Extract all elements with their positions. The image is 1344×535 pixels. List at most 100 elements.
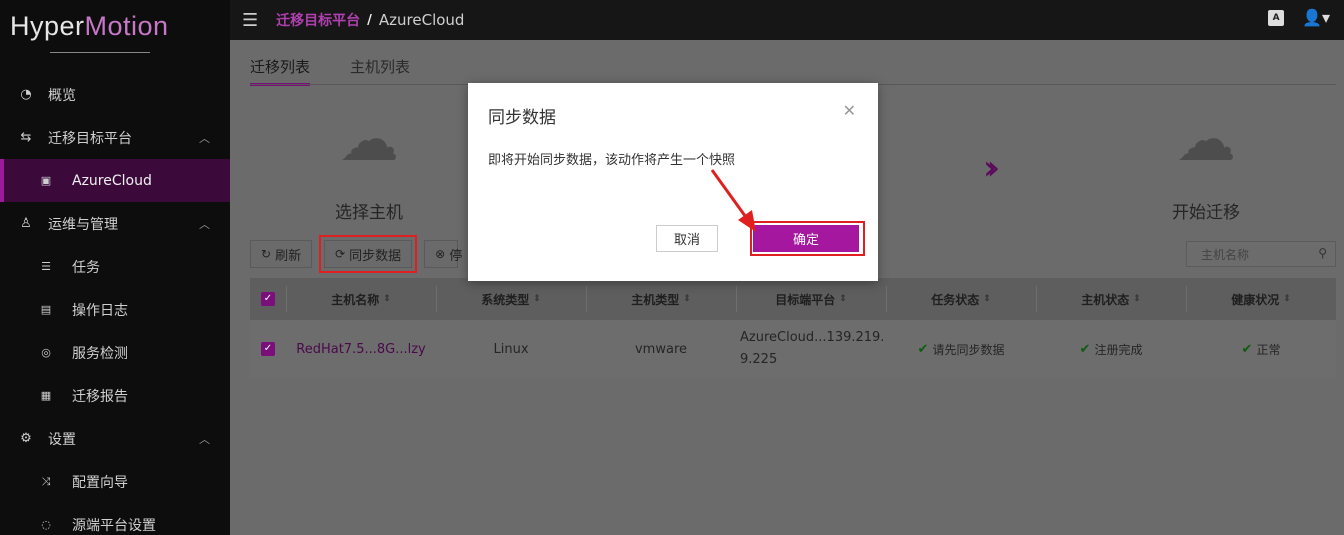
- chevron-up-icon: ︿: [199, 433, 210, 446]
- sort-icon[interactable]: ⇕: [1133, 294, 1141, 304]
- tab-migration-list[interactable]: 迁移列表: [250, 56, 311, 86]
- refresh-button[interactable]: ↻ 刷新: [250, 240, 313, 268]
- table-row[interactable]: ✓ RedHat7.5...8G...lzy Linux vmware Azur…: [250, 320, 1336, 378]
- sidebar-item-source-settings[interactable]: ◌ 源端平台设置: [0, 503, 230, 535]
- col-host-status[interactable]: 主机状态 ⇕: [1036, 278, 1186, 320]
- cloud-server-icon: ☁: [339, 105, 399, 175]
- topbar-actions: A 👤▾: [1268, 8, 1330, 27]
- user-icon: ♙: [20, 216, 32, 231]
- stop-button[interactable]: ⊗ 停: [424, 240, 462, 268]
- cell-host-type: vmware: [634, 341, 687, 357]
- check-circle-icon: ✔: [917, 341, 929, 357]
- annotation-arrow-icon: [710, 169, 756, 232]
- refresh-icon: ↻: [261, 247, 272, 261]
- double-chevron-right-icon: ››: [983, 148, 1000, 188]
- check-circle-icon: ✔: [1079, 341, 1091, 357]
- menu-toggle-icon[interactable]: ☰: [242, 10, 258, 31]
- table-header: ✓ 主机名称 ⇕ 系统类型 ⇕ 主机类型 ⇕ 目标端平台 ⇕ 任务状态 ⇕ 主机状态 ⇕ 健…: [250, 278, 1336, 320]
- sidebar-item-config-wizard[interactable]: ⤨ 配置向导: [0, 460, 230, 503]
- sidebar-item-label: 源端平台设置: [72, 517, 156, 534]
- row-checkbox[interactable]: ✓: [250, 320, 286, 378]
- sidebar: Hyper Motion ◔ 概览 ⇆ 迁移目标平台 ︿ ▣ AzureCloud…: [0, 0, 230, 535]
- sidebar-item-ops[interactable]: ♙ 运维与管理 ︿: [0, 202, 230, 245]
- sort-icon[interactable]: ⇕: [983, 294, 991, 304]
- step-label: 选择主机: [335, 203, 403, 223]
- logo: Hyper Motion: [0, 0, 230, 52]
- cell-host-name[interactable]: RedHat7.5...8G...lzy: [286, 320, 436, 378]
- sidebar-item-settings[interactable]: ⚙ 设置 ︿: [0, 417, 230, 460]
- log-icon: ▤: [40, 303, 52, 316]
- sidebar-item-report[interactable]: ▦ 迁移报告: [0, 374, 230, 417]
- report-icon: ▦: [40, 389, 52, 402]
- toolbar: ↻ 刷新 ⟳ 同步数据 ⊗ 停: [250, 235, 462, 273]
- cloud-transfer-icon: ☁: [1176, 105, 1236, 175]
- sidebar-item-label: 服务检测: [72, 345, 128, 362]
- sidebar-item-oplog[interactable]: ▤ 操作日志: [0, 288, 230, 331]
- cell-host-status: ✔ 注册完成: [1079, 341, 1143, 357]
- col-os-type[interactable]: 系统类型 ⇕: [436, 278, 586, 320]
- sidebar-nav: ◔ 概览 ⇆ 迁移目标平台 ︿ ▣ AzureCloud ♙ 运维与管理 ︿ ☰…: [0, 73, 230, 535]
- monitor-icon: ◎: [41, 346, 51, 359]
- step-label: 开始迁移: [1172, 203, 1240, 223]
- cell-os-type: Linux: [493, 341, 529, 357]
- sync-label: 同步数据: [349, 248, 402, 264]
- cell-health: ✔ 正常: [1241, 341, 1281, 357]
- dashboard-icon: ◔: [20, 87, 32, 102]
- logo-text-2: Motion: [84, 10, 169, 41]
- gear-icon: ⚙: [20, 431, 32, 446]
- sort-icon[interactable]: ⇕: [533, 294, 541, 304]
- sidebar-item-label: 配置向导: [72, 474, 128, 491]
- col-target-platform[interactable]: 目标端平台 ⇕: [736, 278, 886, 320]
- refresh-label: 刷新: [275, 248, 302, 264]
- search-icon[interactable]: ⚲: [1318, 246, 1327, 260]
- sidebar-item-service-check[interactable]: ◎ 服务检测: [0, 331, 230, 374]
- search-placeholder: 主机名称: [1201, 247, 1250, 262]
- swap-icon: ⇆: [20, 130, 32, 145]
- sync-data-dialog: 同步数据 ✕ 即将开始同步数据，该动作将产生一个快照 取消 确定: [468, 83, 878, 281]
- shuffle-icon: ⤨: [41, 474, 51, 488]
- sidebar-item-label: 概览: [48, 87, 76, 104]
- sort-icon[interactable]: ⇕: [839, 294, 847, 304]
- sidebar-item-tasks[interactable]: ☰ 任务: [0, 245, 230, 288]
- cell-task-status: ✔ 请先同步数据: [917, 341, 1005, 357]
- sidebar-item-label: 任务: [72, 259, 100, 276]
- col-task-status[interactable]: 任务状态 ⇕: [886, 278, 1036, 320]
- sidebar-item-overview[interactable]: ◔ 概览: [0, 73, 230, 116]
- sidebar-item-label: 设置: [48, 431, 76, 448]
- sort-icon[interactable]: ⇕: [683, 294, 691, 304]
- sidebar-item-azurecloud[interactable]: ▣ AzureCloud: [0, 159, 230, 202]
- tabs: 迁移列表 主机列表: [250, 56, 410, 86]
- sync-data-button[interactable]: ⟳ 同步数据: [319, 235, 418, 273]
- topbar: ☰ 迁移目标平台 / AzureCloud A 👤▾: [230, 0, 1344, 40]
- user-menu-icon[interactable]: 👤▾: [1302, 8, 1330, 27]
- tab-host-list[interactable]: 主机列表: [350, 56, 410, 86]
- migration-table: ✓ 主机名称 ⇕ 系统类型 ⇕ 主机类型 ⇕ 目标端平台 ⇕ 任务状态 ⇕ 主机状态 ⇕ 健…: [250, 278, 1336, 378]
- logo-underline: [50, 52, 150, 53]
- col-health[interactable]: 健康状况 ⇕: [1186, 278, 1336, 320]
- sidebar-item-label: 运维与管理: [48, 216, 118, 233]
- col-host-name[interactable]: 主机名称 ⇕: [286, 278, 436, 320]
- breadcrumb-current: AzureCloud: [378, 11, 465, 29]
- sort-icon[interactable]: ⇕: [383, 294, 391, 304]
- select-all-checkbox[interactable]: ✓: [250, 278, 286, 320]
- sort-icon[interactable]: ⇕: [1283, 294, 1291, 304]
- stop-label: 停: [449, 248, 463, 264]
- sidebar-item-label: 迁移目标平台: [48, 130, 132, 147]
- logo-text-1: Hyper: [10, 10, 85, 41]
- sidebar-item-migration-target[interactable]: ⇆ 迁移目标平台 ︿: [0, 116, 230, 159]
- search-input[interactable]: 主机名称 ⚲: [1186, 241, 1336, 267]
- sidebar-item-label: 操作日志: [72, 302, 128, 319]
- sidebar-item-label: AzureCloud: [72, 172, 152, 189]
- language-icon[interactable]: A: [1268, 9, 1285, 26]
- folder-icon: ▣: [40, 174, 52, 187]
- dialog-message: 即将开始同步数据，该动作将产生一个快照: [488, 153, 736, 168]
- dialog-title: 同步数据: [488, 108, 556, 128]
- list-icon: ☰: [41, 260, 51, 273]
- sidebar-item-label: 迁移报告: [72, 388, 128, 405]
- step-select-host: ☁ 选择主机: [335, 110, 403, 223]
- breadcrumb-root[interactable]: 迁移目标平台: [276, 10, 360, 30]
- sync-icon: ⟳: [335, 247, 346, 261]
- close-icon[interactable]: ✕: [843, 101, 856, 120]
- col-host-type[interactable]: 主机类型 ⇕: [586, 278, 736, 320]
- stop-icon: ⊗: [435, 247, 446, 261]
